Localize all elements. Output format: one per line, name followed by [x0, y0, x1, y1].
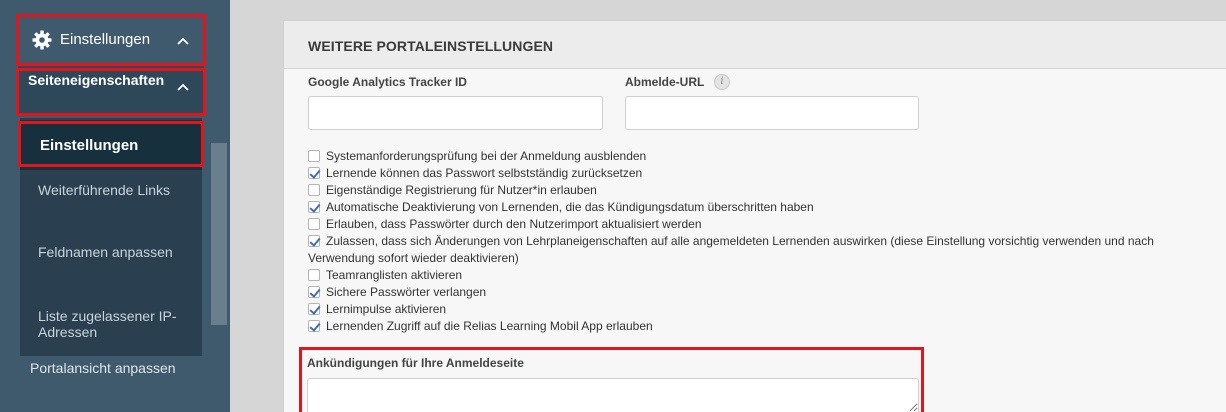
gear-icon	[32, 30, 52, 50]
checkbox-label: Lernende können das Passwort selbstständ…	[326, 166, 643, 180]
panel-title: WEITERE PORTALEINSTELLUNGEN	[308, 38, 554, 54]
checkbox-option[interactable]: Lernenden Zugriff auf die Relias Learnin…	[308, 318, 1213, 335]
sidebar: Einstellungen Seiteneigenschaften Einste…	[0, 0, 230, 412]
sidebar-item-portalansicht-anpassen[interactable]: Portalansicht anpassen	[20, 360, 202, 376]
checkbox[interactable]	[308, 320, 320, 332]
sidebar-item-feldnamen-anpassen[interactable]: Feldnamen anpassen	[20, 244, 202, 260]
logout-url-label: Abmelde-URL	[625, 75, 705, 89]
chevron-up-icon[interactable]	[176, 82, 190, 92]
sidebar-page-properties[interactable]: Seiteneigenschaften	[18, 66, 204, 116]
checkbox[interactable]	[308, 286, 320, 298]
checkbox-label: Lernenden Zugriff auf die Relias Learnin…	[326, 319, 653, 333]
checkbox-label: Lernimpulse aktivieren	[326, 302, 447, 316]
checkbox[interactable]	[308, 303, 320, 315]
checkbox-option[interactable]: Teamranglisten aktivieren	[308, 267, 1213, 284]
checkbox[interactable]	[308, 269, 320, 281]
sidebar-item-ip-adressen[interactable]: Liste zugelassener IP-Adressen	[20, 308, 202, 340]
checkbox-label: Zulassen, dass sich Änderungen von Lehrp…	[308, 234, 1154, 265]
sidebar-item-label: Weiterführende Links	[38, 182, 171, 198]
checkbox-label: Eigenständige Registrierung für Nutzer*i…	[326, 183, 597, 197]
checkbox[interactable]	[308, 150, 320, 162]
sidebar-settings-header-label: Einstellungen	[60, 31, 151, 48]
checkbox[interactable]	[308, 218, 320, 230]
checkbox-option[interactable]: Erlauben, dass Passwörter durch den Nutz…	[308, 216, 1213, 233]
ga-tracker-input[interactable]	[308, 96, 603, 130]
checkbox-option[interactable]: Lernende können das Passwort selbstständ…	[308, 165, 1213, 182]
chevron-up-icon[interactable]	[176, 36, 190, 46]
checkbox-label: Sichere Passwörter verlangen	[326, 285, 487, 299]
checkbox-option[interactable]: Zulassen, dass sich Änderungen von Lehrp…	[308, 233, 1213, 267]
announcement-label: Ankündigungen für Ihre Anmeldeseite	[307, 356, 524, 370]
checkbox-label: Systemanforderungsprüfung bei der Anmeld…	[326, 149, 647, 163]
sidebar-item-weiterfuehrende-links[interactable]: Weiterführende Links	[20, 182, 202, 198]
sidebar-item-label: Liste zugelassener IP-Adressen	[38, 308, 177, 340]
checkbox-label: Erlauben, dass Passwörter durch den Nutz…	[326, 217, 702, 231]
checkbox-option[interactable]: Eigenständige Registrierung für Nutzer*i…	[308, 182, 1213, 199]
checkbox-option[interactable]: Sichere Passwörter verlangen	[308, 284, 1213, 301]
sidebar-item-label: Einstellungen	[40, 137, 139, 154]
panel-header: WEITERE PORTALEINSTELLUNGEN	[284, 21, 1226, 69]
settings-checkbox-list: Systemanforderungsprüfung bei der Anmeld…	[308, 148, 1213, 335]
checkbox[interactable]	[308, 184, 320, 196]
sidebar-item-einstellungen[interactable]: Einstellungen	[20, 120, 202, 170]
sidebar-page-properties-label: Seiteneigenschaften	[28, 72, 165, 88]
sidebar-scrollbar-thumb[interactable]	[211, 143, 227, 325]
checkbox-option[interactable]: Lernimpulse aktivieren	[308, 301, 1213, 318]
checkbox-option[interactable]: Systemanforderungsprüfung bei der Anmeld…	[308, 148, 1213, 165]
checkbox[interactable]	[308, 235, 320, 247]
sidebar-submenu: Einstellungen Weiterführende Links Feldn…	[20, 118, 202, 356]
sidebar-settings-header[interactable]: Einstellungen	[18, 16, 204, 64]
logout-url-input[interactable]	[625, 96, 919, 130]
checkbox[interactable]	[308, 167, 320, 179]
sidebar-item-label: Portalansicht anpassen	[30, 360, 176, 376]
checkbox-label: Teamranglisten aktivieren	[326, 268, 463, 282]
sidebar-item-label: Feldnamen anpassen	[38, 244, 173, 260]
announcement-textarea[interactable]	[307, 378, 919, 412]
info-icon[interactable]: i	[714, 74, 730, 90]
checkbox-label: Automatische Deaktivierung von Lernenden…	[326, 200, 814, 214]
checkbox[interactable]	[308, 201, 320, 213]
checkbox-option[interactable]: Automatische Deaktivierung von Lernenden…	[308, 199, 1213, 216]
ga-tracker-label: Google Analytics Tracker ID	[308, 75, 467, 89]
